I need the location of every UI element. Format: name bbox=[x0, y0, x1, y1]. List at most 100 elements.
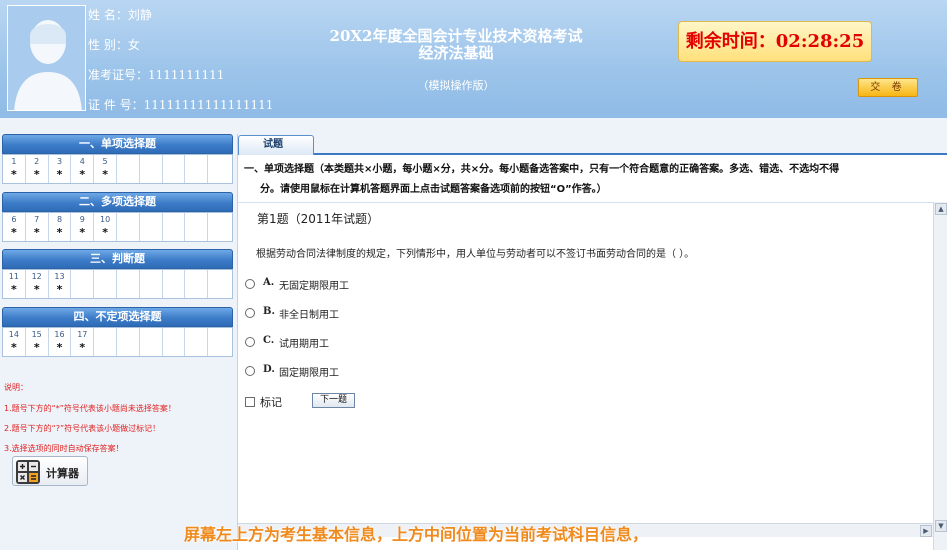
section-header-single-choice[interactable]: 一、单项选择题 bbox=[2, 134, 233, 154]
empty-cell bbox=[185, 328, 209, 356]
vertical-scrollbar[interactable]: ▲ ▼ bbox=[933, 202, 947, 550]
instructions-line-1: 一、单项选择题（本类题共×小题，每小题×分，共×分。每小题备选答案中，只有一个符… bbox=[244, 164, 840, 175]
mark-label: 标记 bbox=[260, 396, 282, 409]
section-header-multiple-choice[interactable]: 二、多项选择题 bbox=[2, 192, 233, 212]
empty-cell bbox=[117, 213, 140, 241]
question-navigator: 一、单项选择题 1 * 2 * 3 * 4 * 5 * 二、多项选择题 6 * 7 * 8 * 9 * 10 * 三… bbox=[0, 128, 236, 550]
section-header-indefinite-choice[interactable]: 四、不定项选择题 bbox=[2, 307, 233, 327]
candidate-gender: 女 bbox=[127, 38, 140, 52]
question-cell-number: 16 bbox=[54, 330, 65, 339]
calculator-button[interactable]: 计算器 bbox=[12, 456, 88, 486]
question-cell-status: * bbox=[33, 283, 40, 296]
question-cell-number: 14 bbox=[8, 330, 19, 339]
exam-subject: 经济法基础 bbox=[418, 44, 494, 62]
question-cell[interactable]: 14 * bbox=[3, 328, 26, 356]
question-grid-single-choice: 1 * 2 * 3 * 4 * 5 * bbox=[2, 154, 233, 184]
question-cell[interactable]: 5 * bbox=[94, 155, 117, 183]
question-cell-number: 12 bbox=[31, 272, 42, 281]
option-letter: B. bbox=[263, 306, 275, 317]
empty-cell bbox=[185, 270, 209, 298]
submit-exam-button[interactable]: 交 卷 bbox=[858, 78, 918, 97]
question-cell[interactable]: 10 * bbox=[94, 213, 117, 241]
name-label: 姓 名： bbox=[88, 8, 128, 22]
mark-checkbox[interactable] bbox=[245, 397, 255, 407]
question-cell[interactable]: 3 * bbox=[49, 155, 72, 183]
question-cell-status: * bbox=[79, 226, 86, 239]
question-cell-status: * bbox=[11, 168, 17, 181]
question-grid-indefinite-choice: 14 * 15 * 16 * 17 * bbox=[2, 327, 233, 357]
empty-cell bbox=[208, 155, 231, 183]
question-grid-multiple-choice: 6 * 7 * 8 * 9 * 10 * bbox=[2, 212, 233, 242]
option-text: 固定期限用工 bbox=[279, 368, 339, 379]
tab-questions[interactable]: 试题 bbox=[238, 135, 314, 155]
exam-mode: （模拟操作版） bbox=[417, 79, 495, 92]
empty-cell bbox=[71, 270, 95, 298]
question-cell-status: * bbox=[56, 226, 63, 239]
question-cell-number: 3 bbox=[56, 157, 63, 166]
question-cell-status: * bbox=[102, 226, 108, 239]
question-cell-number: 15 bbox=[31, 330, 42, 339]
timer-value: 02:28:25 bbox=[775, 31, 865, 52]
question-grid-true-false: 11 * 12 * 13 * bbox=[2, 269, 233, 299]
option-letter: C. bbox=[263, 335, 275, 346]
next-question-button[interactable]: 下一题 bbox=[312, 393, 355, 408]
question-cell[interactable]: 1 * bbox=[3, 155, 26, 183]
candidate-gender-row: 性 别：女 bbox=[88, 36, 140, 53]
question-cell-status: * bbox=[11, 283, 17, 296]
empty-cell bbox=[117, 328, 140, 356]
remaining-time: 剩余时间：02:28:25 bbox=[678, 21, 872, 62]
empty-cell bbox=[163, 155, 186, 183]
scroll-up-icon[interactable]: ▲ bbox=[935, 203, 947, 215]
question-panel: 试题 一、单项选择题（本类题共×小题，每小题×分，共×分。每小题备选答案中，只有… bbox=[237, 134, 947, 550]
candidate-name-row: 姓 名：刘静 bbox=[88, 6, 152, 23]
radio-b[interactable] bbox=[245, 308, 255, 318]
radio-c[interactable] bbox=[245, 337, 255, 347]
empty-cell bbox=[208, 328, 231, 356]
question-cell[interactable]: 13 * bbox=[49, 270, 72, 298]
note-item: 1.题号下方的“*”符号代表该小题尚未选择答案！ bbox=[4, 404, 176, 413]
notes-heading: 说明： bbox=[4, 383, 28, 392]
radio-a[interactable] bbox=[245, 279, 255, 289]
tab-strip: 试题 bbox=[238, 134, 947, 155]
empty-cell bbox=[208, 270, 231, 298]
scroll-down-icon[interactable]: ▼ bbox=[935, 520, 947, 532]
question-cell-number: 13 bbox=[54, 272, 65, 281]
question-cell[interactable]: 17 * bbox=[71, 328, 95, 356]
empty-cell bbox=[117, 155, 140, 183]
question-number: 第1题（2011年试题） bbox=[257, 212, 380, 226]
question-cell[interactable]: 12 * bbox=[26, 270, 49, 298]
question-cell-number: 7 bbox=[34, 215, 40, 224]
candidate-id: 11111111111111111 bbox=[143, 98, 274, 112]
question-cell[interactable]: 2 * bbox=[26, 155, 49, 183]
empty-cell bbox=[117, 270, 140, 298]
question-cell[interactable]: 15 * bbox=[26, 328, 49, 356]
section-header-true-false[interactable]: 三、判断题 bbox=[2, 249, 233, 269]
empty-cell bbox=[208, 213, 231, 241]
question-cell[interactable]: 9 * bbox=[71, 213, 95, 241]
note-item: 3.选择选项的同时自动保存答案！ bbox=[4, 444, 124, 453]
question-cell[interactable]: 4 * bbox=[71, 155, 95, 183]
empty-cell bbox=[140, 155, 163, 183]
option-text: 非全日制用工 bbox=[279, 310, 339, 321]
question-cell[interactable]: 11 * bbox=[3, 270, 26, 298]
question-cell-status: * bbox=[56, 168, 63, 181]
empty-cell bbox=[163, 270, 186, 298]
calculator-icon bbox=[16, 460, 40, 484]
option-text: 试用期用工 bbox=[279, 339, 329, 350]
question-cell[interactable]: 8 * bbox=[49, 213, 72, 241]
question-cell-number: 9 bbox=[79, 215, 85, 224]
candidate-name: 刘静 bbox=[127, 8, 152, 22]
scroll-right-icon[interactable]: ▶ bbox=[920, 525, 932, 537]
question-cell[interactable]: 6 * bbox=[3, 213, 26, 241]
question-cell-status: * bbox=[33, 226, 40, 239]
question-cell[interactable]: 16 * bbox=[49, 328, 72, 356]
empty-cell bbox=[94, 270, 117, 298]
video-subtitle: 屏幕左上方为考生基本信息，上方中间位置为当前考试科目信息， bbox=[184, 525, 649, 544]
radio-d[interactable] bbox=[245, 366, 255, 376]
exam-window: 姓 名：刘静 性 别：女 准考证号：1111111111 证 件 号：11111… bbox=[0, 0, 947, 550]
question-cell-number: 2 bbox=[34, 157, 40, 166]
empty-cell bbox=[163, 213, 186, 241]
option-letter: A. bbox=[263, 277, 275, 288]
candidate-photo bbox=[7, 5, 86, 111]
question-cell[interactable]: 7 * bbox=[26, 213, 49, 241]
